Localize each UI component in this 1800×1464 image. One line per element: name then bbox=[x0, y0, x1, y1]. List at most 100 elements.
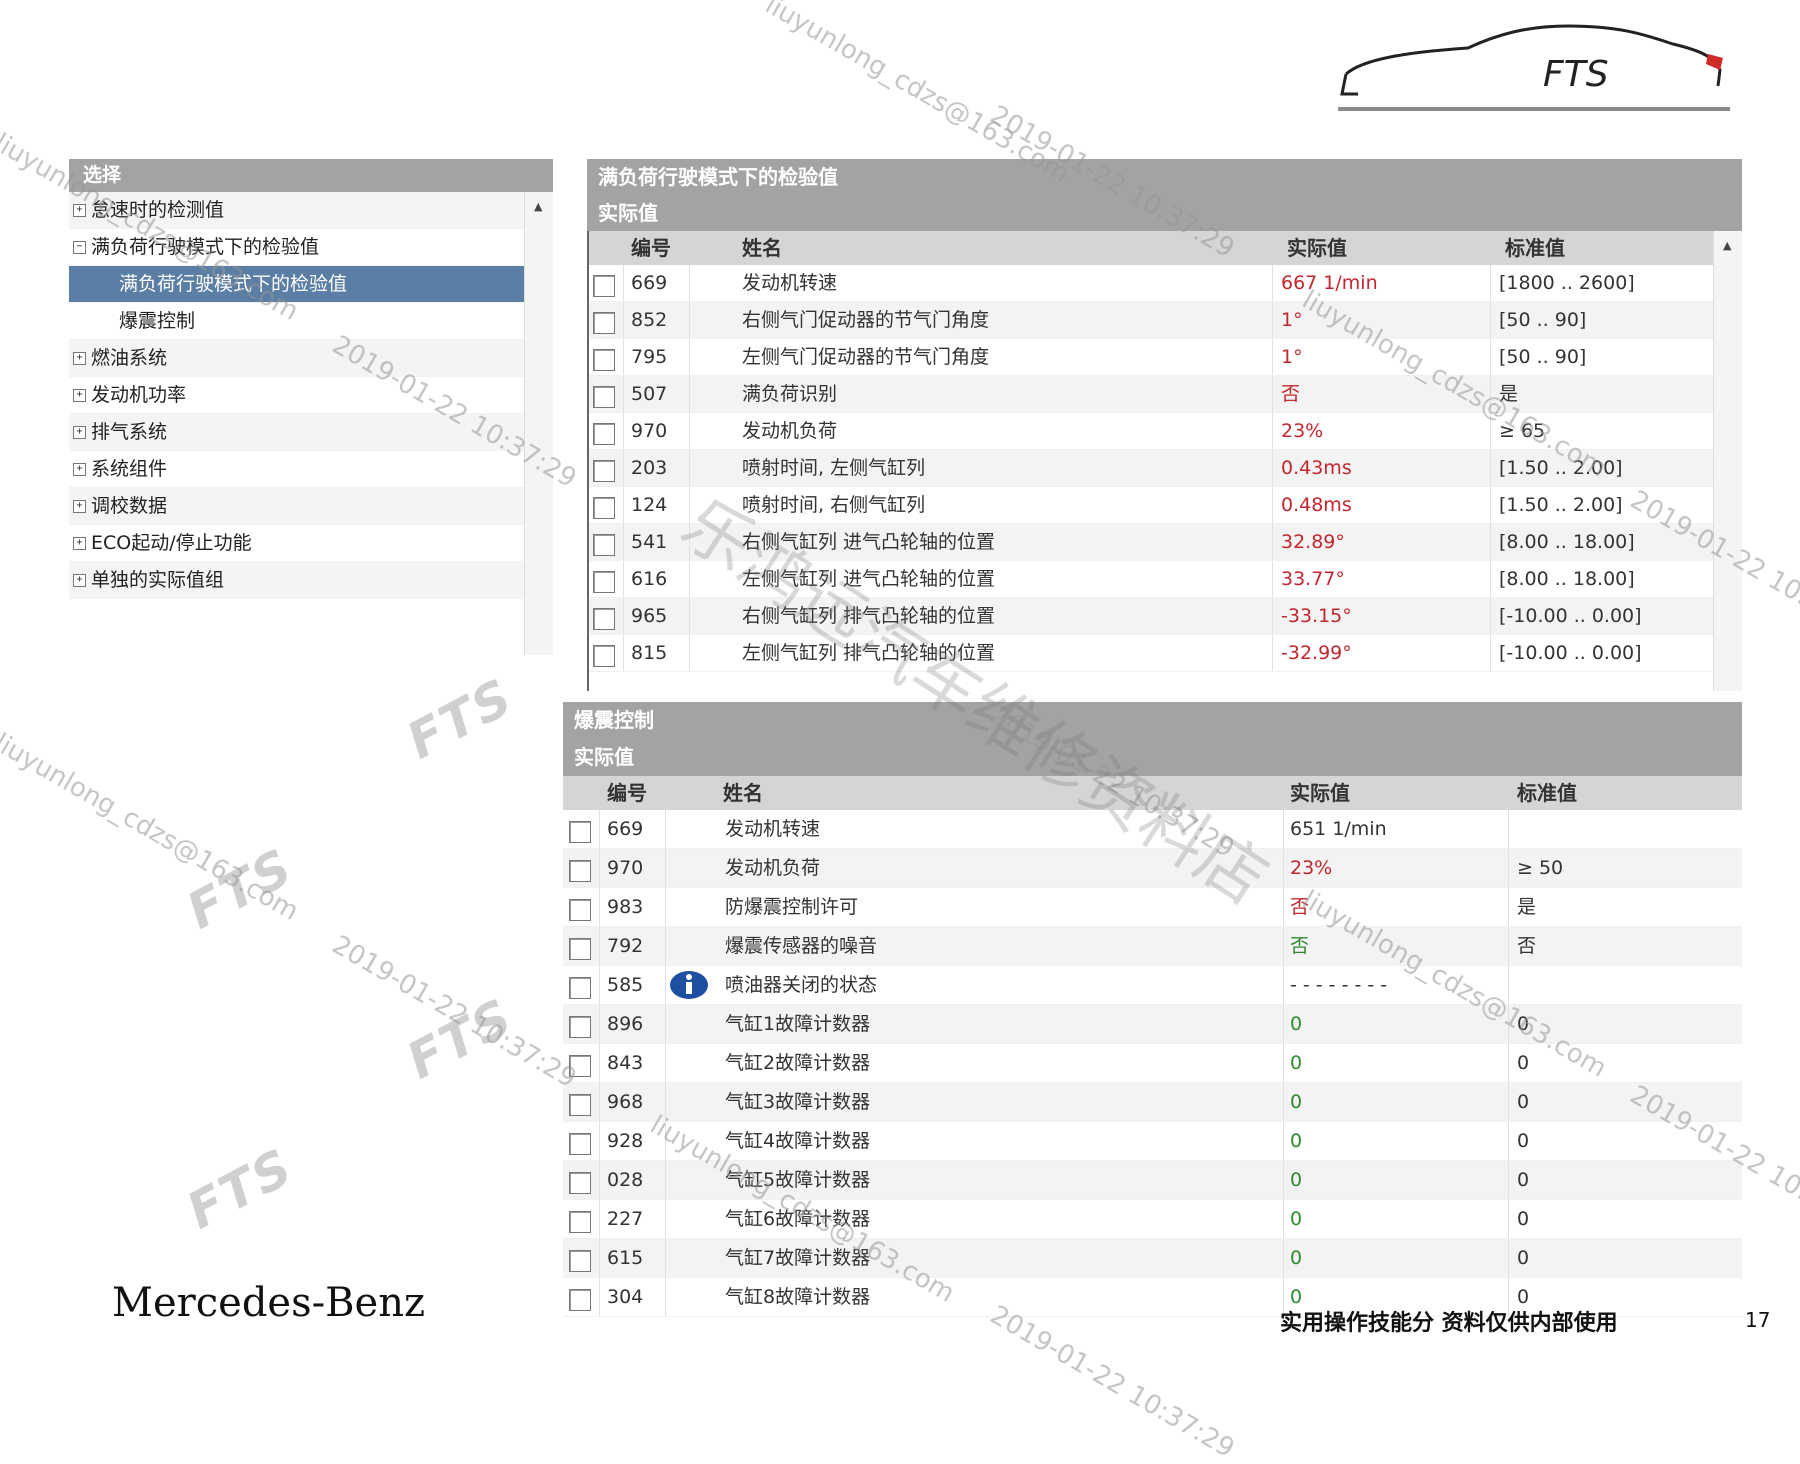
column-separator bbox=[689, 487, 690, 523]
column-actual[interactable]: 实际值 bbox=[1287, 231, 1347, 265]
row-checkbox[interactable] bbox=[569, 1289, 591, 1311]
tree-item[interactable]: + 调校数据 bbox=[69, 488, 553, 525]
column-separator bbox=[689, 265, 690, 301]
info-icon[interactable] bbox=[669, 970, 709, 1000]
row-checkbox[interactable] bbox=[569, 821, 591, 843]
tree-item[interactable]: 爆震控制 bbox=[69, 303, 553, 340]
tree-item[interactable]: + 系统组件 bbox=[69, 451, 553, 488]
table-row[interactable]: 227 气缸6故障计数器 0 0 bbox=[563, 1200, 1742, 1239]
cell-standard-value: 是 bbox=[1499, 383, 1519, 405]
collapse-icon[interactable]: − bbox=[73, 241, 86, 254]
row-checkbox[interactable] bbox=[569, 1016, 591, 1038]
table-row[interactable]: 968 气缸3故障计数器 0 0 bbox=[563, 1083, 1742, 1122]
expand-icon[interactable]: + bbox=[73, 574, 86, 587]
table-row[interactable]: 928 气缸4故障计数器 0 0 bbox=[563, 1122, 1742, 1161]
column-separator bbox=[665, 810, 666, 848]
table-row[interactable]: 669 发动机转速 667 1/min [1800 .. 2600] bbox=[587, 265, 1742, 302]
cell-id: 203 bbox=[631, 457, 668, 479]
expand-icon[interactable]: + bbox=[73, 352, 86, 365]
column-id[interactable]: 编号 bbox=[631, 231, 671, 265]
table-row[interactable]: 970 发动机负荷 23% ≥ 65 bbox=[587, 413, 1742, 450]
column-name[interactable]: 姓名 bbox=[723, 776, 763, 810]
row-checkbox[interactable] bbox=[569, 938, 591, 960]
row-checkbox[interactable] bbox=[569, 1055, 591, 1077]
table-row[interactable]: 970 发动机负荷 23% ≥ 50 bbox=[563, 849, 1742, 888]
column-actual[interactable]: 实际值 bbox=[1290, 776, 1350, 810]
tree-item[interactable]: − 满负荷行驶模式下的检验值 bbox=[69, 229, 553, 266]
row-checkbox[interactable] bbox=[569, 1211, 591, 1233]
row-checkbox[interactable] bbox=[593, 571, 615, 593]
row-checkbox[interactable] bbox=[593, 497, 615, 519]
column-separator bbox=[1508, 888, 1509, 926]
table-row[interactable]: 541 右侧气缸列 进气凸轮轴的位置 32.89° [8.00 .. 18.00] bbox=[587, 524, 1742, 561]
row-checkbox[interactable] bbox=[593, 534, 615, 556]
column-separator bbox=[1283, 1239, 1284, 1277]
full-load-panel: 满负荷行驶模式下的检验值 实际值 编号 姓名 实际值 标准值 669 发动机转速 6… bbox=[587, 159, 1742, 691]
column-name[interactable]: 姓名 bbox=[742, 231, 782, 265]
tree-item[interactable]: 满负荷行驶模式下的检验值 bbox=[69, 266, 553, 303]
table-row[interactable]: 852 右侧气门促动器的节气门角度 1° [50 .. 90] bbox=[587, 302, 1742, 339]
column-standard[interactable]: 标准值 bbox=[1517, 776, 1577, 810]
table-row[interactable]: 983 防爆震控制许可 否 是 bbox=[563, 888, 1742, 927]
column-id[interactable]: 编号 bbox=[607, 776, 647, 810]
row-checkbox[interactable] bbox=[593, 423, 615, 445]
table-row[interactable]: 028 气缸5故障计数器 0 0 bbox=[563, 1161, 1742, 1200]
table-row[interactable]: 585 喷油器关闭的状态 - - - - - - - - bbox=[563, 966, 1742, 1005]
tree-item-label: 调校数据 bbox=[91, 495, 168, 517]
row-checkbox[interactable] bbox=[569, 1094, 591, 1116]
table-row[interactable]: 815 左侧气缸列 排气凸轮轴的位置 -32.99° [-10.00 .. 0.00] bbox=[587, 635, 1742, 672]
expand-icon[interactable]: + bbox=[73, 389, 86, 402]
row-checkbox[interactable] bbox=[593, 349, 615, 371]
row-checkbox[interactable] bbox=[569, 1133, 591, 1155]
row-checkbox[interactable] bbox=[593, 312, 615, 334]
column-separator bbox=[599, 927, 600, 965]
scroll-up-arrow-icon[interactable]: ▲ bbox=[1723, 239, 1731, 252]
table-row[interactable]: 616 左侧气缸列 进气凸轮轴的位置 33.77° [8.00 .. 18.00] bbox=[587, 561, 1742, 598]
column-separator bbox=[623, 265, 624, 301]
table-row[interactable]: 203 喷射时间, 左侧气缸列 0.43ms [1.50 .. 2.00] bbox=[587, 450, 1742, 487]
cell-actual-value: 0 bbox=[1290, 1013, 1303, 1035]
row-checkbox[interactable] bbox=[569, 899, 591, 921]
row-checkbox[interactable] bbox=[569, 1250, 591, 1272]
tree-item[interactable]: + 单独的实际值组 bbox=[69, 562, 553, 599]
row-checkbox[interactable] bbox=[593, 460, 615, 482]
column-standard[interactable]: 标准值 bbox=[1505, 231, 1565, 265]
row-checkbox[interactable] bbox=[593, 608, 615, 630]
tree-item[interactable]: + ECO起动/停止功能 bbox=[69, 525, 553, 562]
cell-actual-value: 32.89° bbox=[1281, 531, 1345, 553]
row-checkbox[interactable] bbox=[569, 860, 591, 882]
row-checkbox[interactable] bbox=[593, 645, 615, 667]
tree-item[interactable]: + 怠速时的检测值 bbox=[69, 192, 553, 229]
column-separator bbox=[1490, 487, 1491, 523]
expand-icon[interactable]: + bbox=[73, 500, 86, 513]
table-row[interactable]: 896 气缸1故障计数器 0 0 bbox=[563, 1005, 1742, 1044]
row-checkbox[interactable] bbox=[593, 386, 615, 408]
expand-icon[interactable]: + bbox=[73, 204, 86, 217]
row-checkbox[interactable] bbox=[569, 1172, 591, 1194]
tree-scrollbar[interactable]: ▲ bbox=[524, 192, 553, 655]
column-separator bbox=[623, 450, 624, 486]
table-row[interactable]: 615 气缸7故障计数器 0 0 bbox=[563, 1239, 1742, 1278]
table-row[interactable]: 669 发动机转速 651 1/min bbox=[563, 810, 1742, 849]
scroll-up-arrow-icon[interactable]: ▲ bbox=[534, 200, 542, 213]
table-row[interactable]: 795 左侧气门促动器的节气门角度 1° [50 .. 90] bbox=[587, 339, 1742, 376]
row-checkbox[interactable] bbox=[593, 275, 615, 297]
table-row[interactable]: 843 气缸2故障计数器 0 0 bbox=[563, 1044, 1742, 1083]
table-row[interactable]: 507 满负荷识别 否 是 bbox=[587, 376, 1742, 413]
cell-actual-value: 23% bbox=[1281, 420, 1324, 442]
tree-item[interactable]: + 排气系统 bbox=[69, 414, 553, 451]
table-row[interactable]: 792 爆震传感器的噪音 否 否 bbox=[563, 927, 1742, 966]
expand-icon[interactable]: + bbox=[73, 463, 86, 476]
expand-icon[interactable]: + bbox=[73, 426, 86, 439]
column-separator bbox=[1283, 888, 1284, 926]
column-separator bbox=[1508, 1044, 1509, 1082]
row-checkbox[interactable] bbox=[569, 977, 591, 999]
column-separator bbox=[1508, 927, 1509, 965]
table-row[interactable]: 124 喷射时间, 右侧气缸列 0.48ms [1.50 .. 2.00] bbox=[587, 487, 1742, 524]
table-row[interactable]: 965 右侧气缸列 排气凸轮轴的位置 -33.15° [-10.00 .. 0.00] bbox=[587, 598, 1742, 635]
tree-item[interactable]: + 燃油系统 bbox=[69, 340, 553, 377]
column-separator bbox=[665, 1200, 666, 1238]
expand-icon[interactable]: + bbox=[73, 537, 86, 550]
panel1-scrollbar[interactable]: ▲ bbox=[1713, 231, 1742, 691]
tree-item[interactable]: + 发动机功率 bbox=[69, 377, 553, 414]
